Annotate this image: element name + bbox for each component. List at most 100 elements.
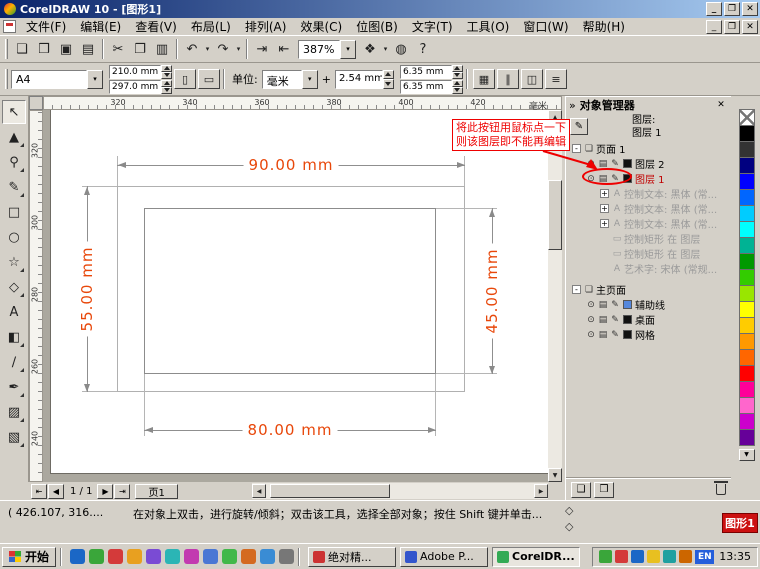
object-name[interactable]: 艺术字: 宋体 (常规... [624,261,717,276]
eye-icon[interactable]: ⊙ [586,315,596,325]
delete-layer-button[interactable] [714,481,728,495]
object-name[interactable]: 控制文本: 黑体 (常... [624,186,717,201]
inner-rectangle[interactable] [144,208,436,374]
start-button[interactable]: 开始 [2,546,57,567]
tray-icon-6[interactable] [679,550,693,563]
layer-name[interactable]: 辅助线 [635,297,665,312]
menu-item-7[interactable]: 文字(T) [405,16,460,37]
page-tab[interactable]: 页1 [135,483,178,499]
tray-icon-2[interactable] [615,550,629,563]
spin-down-icon[interactable] [161,71,172,79]
document-minimize-button[interactable]: _ [706,19,722,34]
color-swatch-ff66cc[interactable] [738,397,755,414]
save-button[interactable]: ▣ [55,38,77,60]
open-button[interactable]: ❒ [33,38,55,60]
snap-to-guidelines-button[interactable]: ∥ [496,69,519,89]
quick-launch-icon-10[interactable] [241,549,257,564]
eye-icon[interactable]: ⊙ [586,300,596,310]
paper-width-field[interactable]: 210.0 mm [109,64,172,79]
docker-close-icon[interactable]: ✕ [714,100,728,110]
layer-name[interactable]: 桌面 [635,312,655,327]
active-layer-value[interactable]: 图层 1 [632,127,662,140]
first-page-button[interactable]: ⇤ [31,483,47,499]
horizontal-ruler[interactable]: 毫米 320 340 360 380 400 420 [43,96,562,112]
color-swatch-ff9900[interactable] [738,333,755,350]
tray-icon-5[interactable] [663,550,677,563]
scroll-right-button[interactable]: ▶ [534,484,548,498]
rectangle-tool[interactable]: □ [2,200,26,224]
color-swatch-cc00cc[interactable] [738,413,755,430]
layer-color-swatch[interactable] [623,159,632,168]
next-page-button[interactable]: ▶ [97,483,114,499]
document-close-button[interactable]: ✕ [742,19,758,34]
copy-button[interactable]: ❐ [129,38,151,60]
layer-color-swatch[interactable] [623,330,632,339]
scroll-left-button[interactable]: ◀ [252,484,266,498]
pencil-icon[interactable]: ✎ [610,330,620,340]
quick-launch-icon-6[interactable] [165,549,181,564]
tray-icon-3[interactable] [631,550,645,563]
menu-item-3[interactable]: 布局(L) [184,16,238,37]
eye-icon[interactable]: ⊙ [586,330,596,340]
layer-name[interactable]: 图层 1 [635,171,665,186]
printer-icon[interactable]: ▤ [598,330,608,340]
spin-down-icon[interactable] [382,79,394,89]
pencil-icon[interactable]: ✎ [610,315,620,325]
document-restore-button[interactable]: ❐ [724,19,740,34]
scroll-down-button[interactable]: ▼ [548,468,562,482]
tray-icon-4[interactable] [647,550,661,563]
expand-collapse-toggle[interactable]: + [600,219,609,228]
menu-item-8[interactable]: 工具(O) [460,16,517,37]
menu-item-10[interactable]: 帮助(H) [576,16,632,37]
new-master-layer-button[interactable]: ❒ [594,481,614,498]
redo-button[interactable]: ↷ [212,38,234,60]
color-swatch-99e600[interactable] [738,285,755,302]
units-dropdown-icon[interactable]: ▾ [301,69,318,89]
spin-up-icon[interactable] [161,79,172,87]
expand-collapse-toggle[interactable]: - [572,285,581,294]
quick-launch-icon-11[interactable] [260,549,276,564]
polygon-tool[interactable]: ☆ [2,250,26,274]
spin-up-icon[interactable] [382,69,394,79]
quick-launch-icon-8[interactable] [203,549,219,564]
color-swatch-000000[interactable] [738,125,755,142]
taskbar-task-3[interactable]: CorelDR... [492,546,581,567]
eyedropper-tool[interactable]: ∕ [2,350,26,374]
nudge-offset-field[interactable]: 2.54 mm [334,69,394,89]
expand-collapse-toggle[interactable]: + [600,189,609,198]
dimension-top-label[interactable]: 90.00 mm [243,156,339,174]
maximize-button[interactable]: ❐ [724,2,740,16]
export-button[interactable]: ⇤ [273,38,295,60]
menu-item-1[interactable]: 编辑(E) [73,16,128,37]
docker-chevrons-icon[interactable]: » [569,99,576,112]
quick-launch-icon-7[interactable] [184,549,200,564]
application-launcher-button-dropdown-icon[interactable]: ▾ [381,38,390,60]
spin-down-icon[interactable] [451,86,463,94]
expand-collapse-toggle[interactable]: - [572,144,581,153]
spin-down-icon[interactable] [161,86,172,94]
paper-size-dropdown-icon[interactable]: ▾ [87,69,103,89]
text-tool[interactable]: A [2,300,26,324]
snap-to-objects-button[interactable]: ◫ [520,69,543,89]
new-document-button[interactable]: ❑ [11,38,33,60]
undo-button[interactable]: ↶ [181,38,203,60]
paste-button[interactable]: ▥ [151,38,173,60]
close-button[interactable]: ✕ [742,2,758,16]
dimension-right-label[interactable]: 45.00 mm [483,243,501,339]
layer-color-swatch[interactable] [623,300,632,309]
menu-item-9[interactable]: 窗口(W) [516,16,575,37]
portrait-button[interactable]: ▯ [174,69,196,89]
last-page-button[interactable]: ⇥ [114,483,131,499]
color-swatch-33cc00[interactable] [738,269,755,286]
zoom-dropdown-icon[interactable]: ▾ [340,39,356,59]
freehand-tool[interactable]: ✎ [2,175,26,199]
color-swatch-ffff00[interactable] [738,301,755,318]
vertical-scrollbar[interactable]: ▲ ▼ [548,110,562,482]
pick-tool[interactable]: ↖ [2,100,26,124]
application-launcher-button[interactable]: ❖ [359,38,381,60]
dimension-left-label[interactable]: 55.00 mm [78,241,96,337]
scrollbar-thumb[interactable] [548,180,562,250]
menu-item-0[interactable]: 文件(F) [19,16,73,37]
printer-icon[interactable]: ▤ [598,159,608,169]
import-button[interactable]: ⇥ [251,38,273,60]
